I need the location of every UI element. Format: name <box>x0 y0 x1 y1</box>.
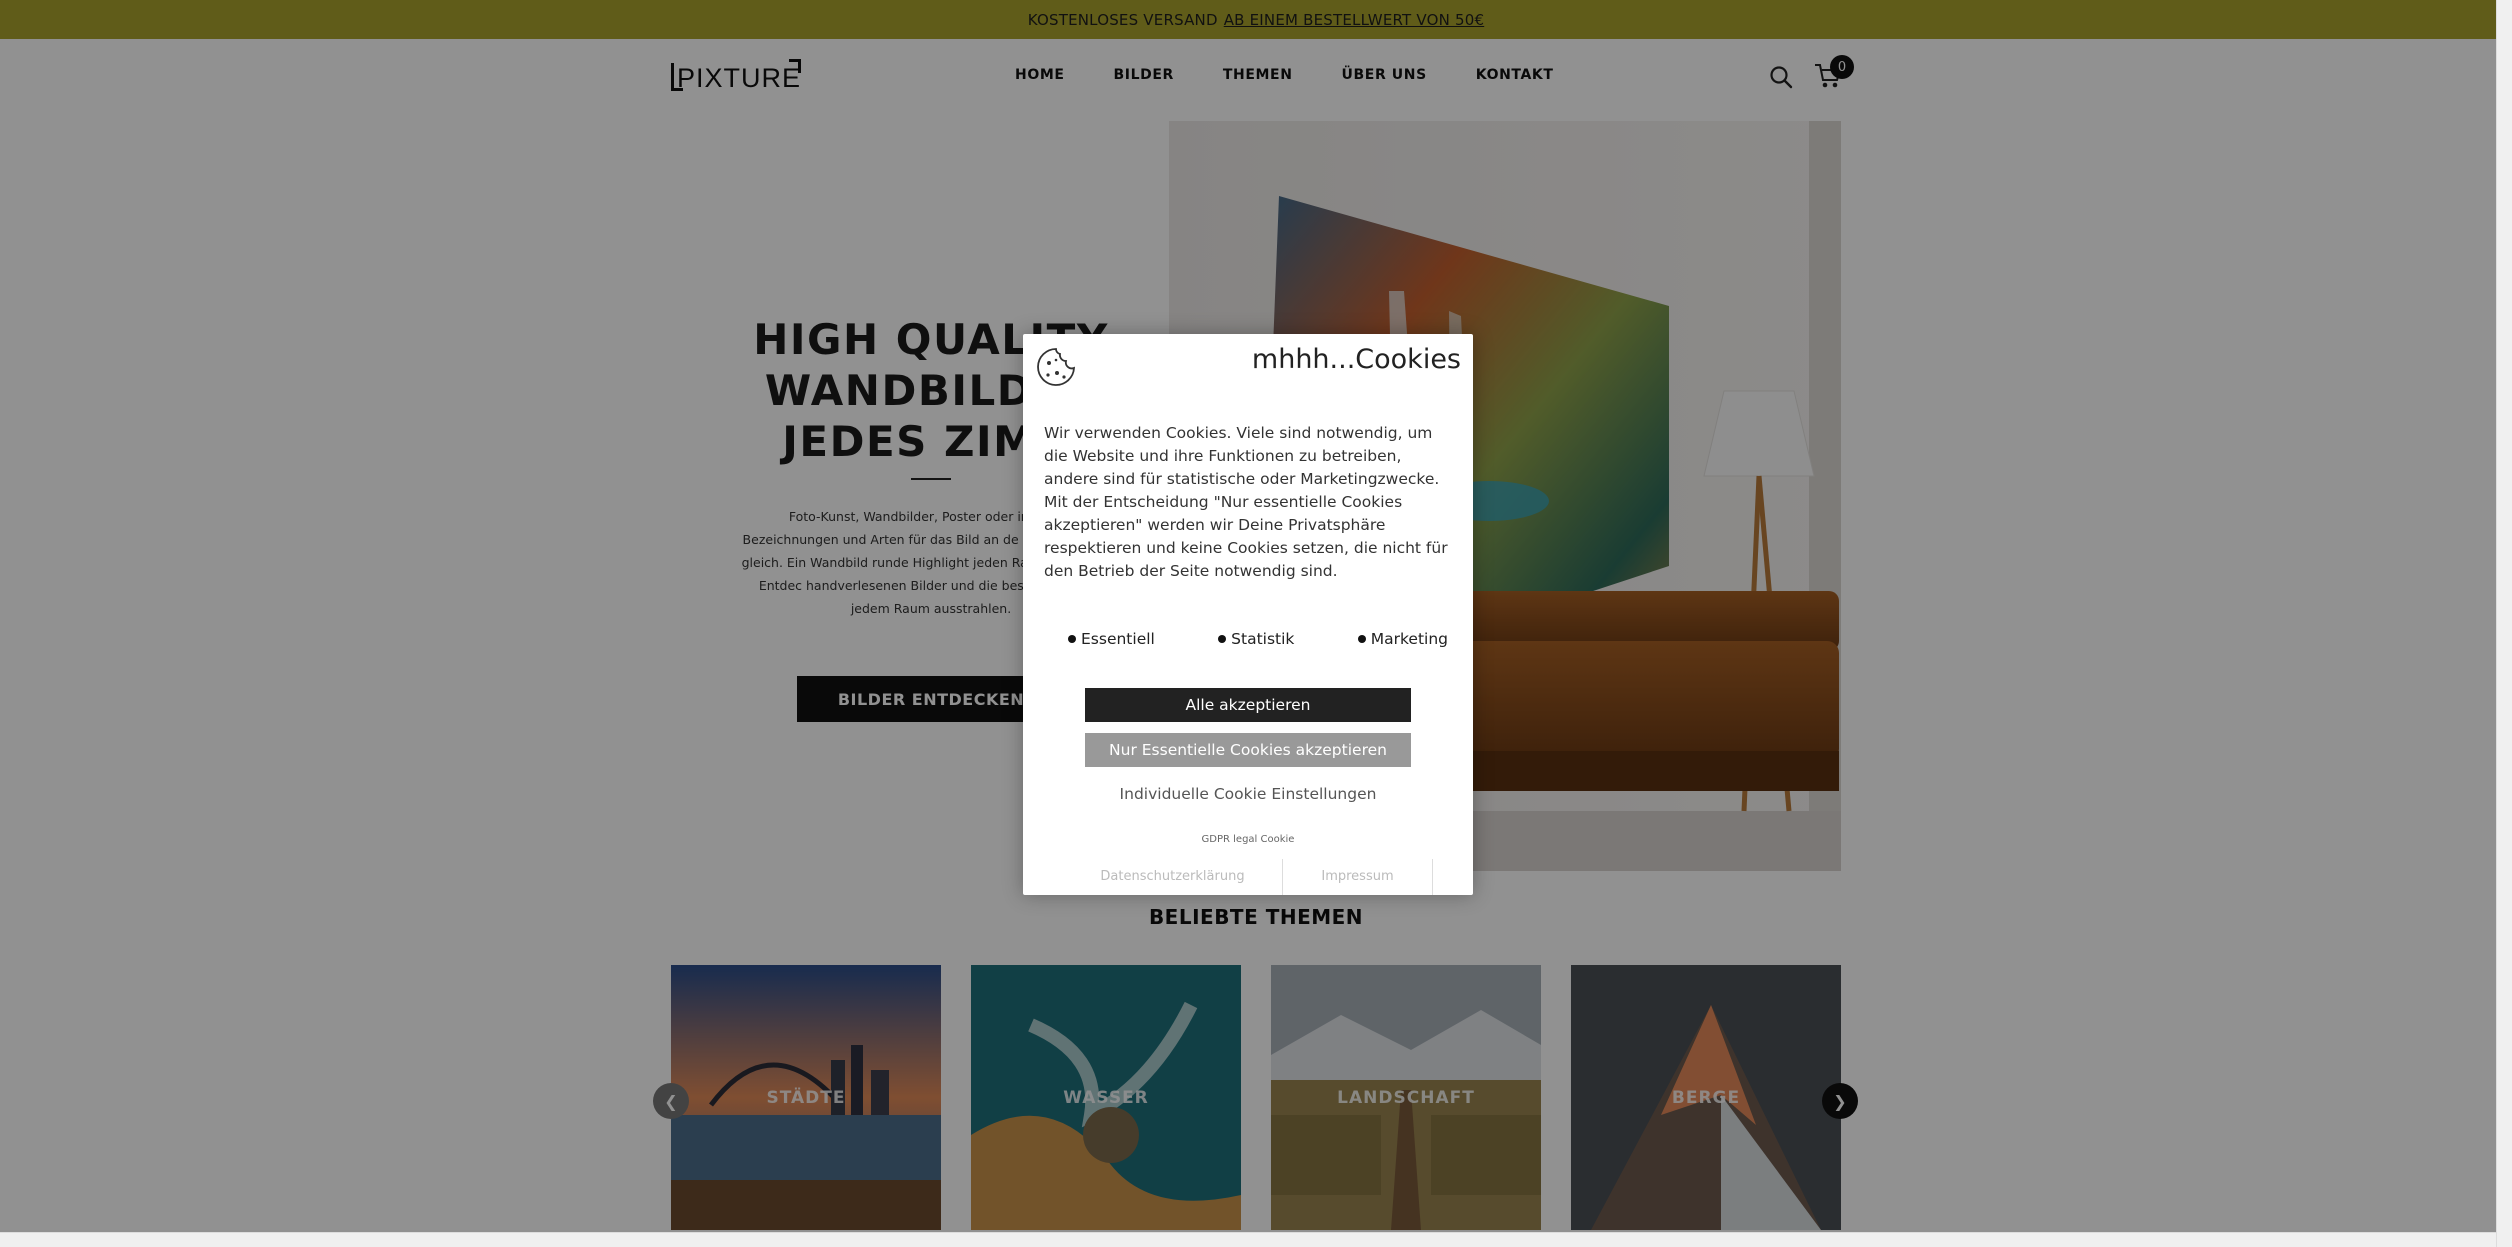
imprint-link[interactable]: Impressum <box>1283 859 1433 895</box>
gdpr-credit: GDPR legal Cookie <box>1201 834 1295 845</box>
individual-settings-link[interactable]: Individuelle Cookie Einstellungen <box>1023 785 1473 803</box>
cookie-dialog-title: mhhh...Cookies <box>1251 344 1461 375</box>
radio-dot-icon <box>1218 635 1227 643</box>
accept-all-button[interactable]: Alle akzeptieren <box>1085 688 1411 722</box>
cookie-dialog: mhhh...Cookies Wir verwenden Cookies. Vi… <box>1023 334 1473 895</box>
cookie-option-essentiell[interactable]: Essentiell <box>1068 630 1155 648</box>
radio-dot-icon <box>1357 635 1366 643</box>
privacy-policy-link[interactable]: Datenschutzerklärung <box>1063 859 1283 895</box>
cookie-icon <box>1035 346 1077 388</box>
cookie-option-label: Marketing <box>1370 630 1448 648</box>
vertical-scrollbar[interactable] <box>2496 0 2512 1247</box>
cookie-option-label: Essentiell <box>1081 630 1155 648</box>
radio-dot-icon <box>1068 635 1076 643</box>
cookie-footer-links: Datenschutzerklärung Impressum <box>1023 859 1473 895</box>
cookie-dialog-text: Wir verwenden Cookies. Viele sind notwen… <box>1044 424 1448 580</box>
cookie-option-label: Statistik <box>1231 630 1295 648</box>
cookie-option-marketing[interactable]: Marketing <box>1357 630 1448 648</box>
accept-essential-button[interactable]: Nur Essentielle Cookies akzeptieren <box>1085 733 1411 767</box>
horizontal-scrollbar[interactable] <box>0 1232 2496 1247</box>
cookie-options: Essentiell Statistik Marketing <box>1068 630 1448 648</box>
cookie-option-statistik[interactable]: Statistik <box>1218 630 1294 648</box>
